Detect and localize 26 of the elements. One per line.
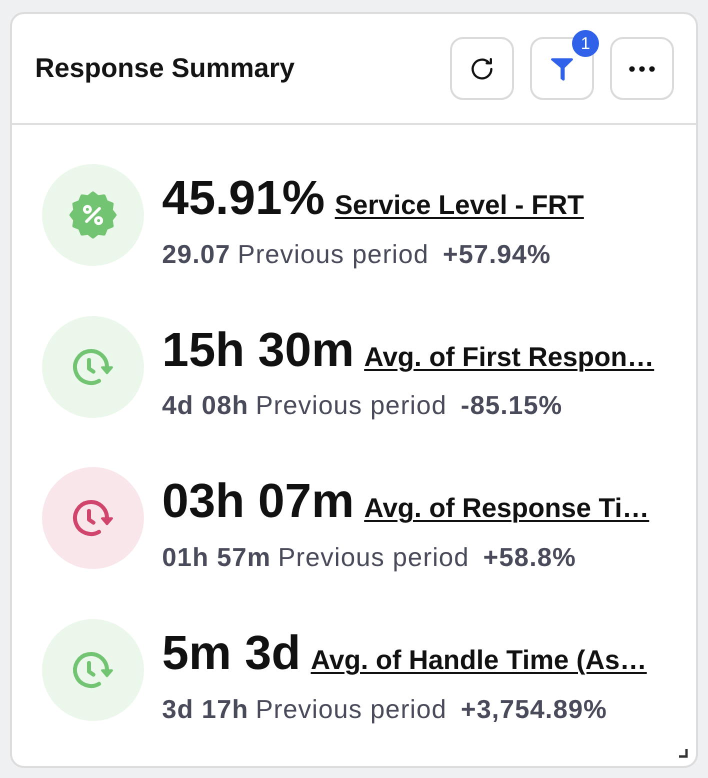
previous-value: 3d 17h <box>162 692 249 726</box>
previous-label: Previous period <box>256 389 447 422</box>
metric-link[interactable]: Avg. of First Respon… <box>364 342 654 373</box>
previous-value: 29.07 <box>162 238 231 271</box>
previous-value: 4d 08h <box>162 389 249 422</box>
refresh-button[interactable] <box>450 37 514 100</box>
change-percent: +3,754.89% <box>460 692 608 726</box>
metric-value: 15h 30m <box>162 324 354 378</box>
change-percent: +58.8% <box>483 540 576 574</box>
change-percent: +57.94% <box>442 238 551 271</box>
metric-value: 5m 3d <box>162 628 301 681</box>
metric-link[interactable]: Avg. of Response Ti… <box>364 493 650 524</box>
previous-value: 01h 57m <box>162 540 271 574</box>
previous-label: Previous period <box>238 238 429 271</box>
previous-label: Previous period <box>256 692 447 726</box>
metric-link[interactable]: Service Level - FRT <box>334 190 584 221</box>
previous-label: Previous period <box>278 540 470 574</box>
metric-link[interactable]: Avg. of Handle Time (As… <box>310 644 647 676</box>
resize-handle-icon[interactable] <box>678 748 688 758</box>
more-icon <box>629 66 655 72</box>
metric-value: 03h 07m <box>162 476 354 529</box>
filter-count-badge: 1 <box>572 30 599 57</box>
card-title: Response Summary <box>35 53 295 84</box>
filter-button[interactable] <box>530 37 594 100</box>
metric-value: 45.91% <box>162 173 325 226</box>
change-percent: -85.15% <box>460 389 562 422</box>
